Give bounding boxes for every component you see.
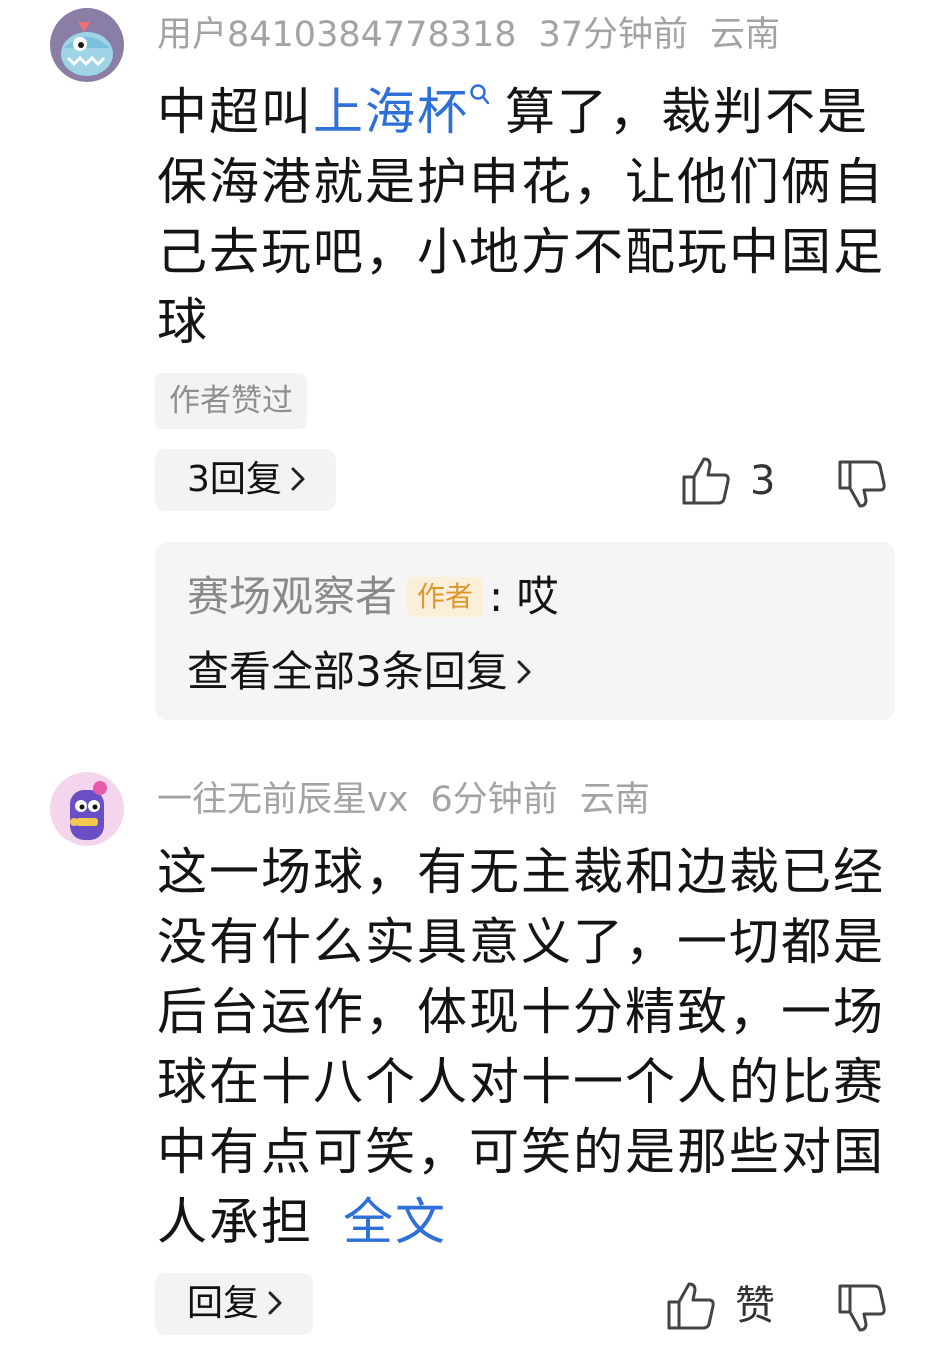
like-button[interactable]: 赞 — [665, 1280, 775, 1332]
reply-button[interactable]: 回复 — [155, 1273, 314, 1335]
chevron-right-icon — [268, 1291, 282, 1314]
like-count: 3 — [750, 458, 776, 504]
reply-label: 回复 — [187, 1283, 260, 1324]
author-liked-tag: 作者赞过 — [155, 373, 307, 429]
reply-count-button[interactable]: 3回复 — [155, 449, 336, 511]
user-avatar[interactable] — [50, 8, 124, 82]
search-icon[interactable] — [469, 83, 491, 107]
reply-preview-box[interactable]: 赛场观察者 作者: 哎 查看全部3条回复 — [155, 542, 895, 720]
comment-text[interactable]: 这一场球，有无主裁和边裁已经没有什么实具意义了，一切都是后台运作，体现十分精致，… — [157, 837, 887, 1257]
thumbs-down-icon — [838, 1284, 886, 1332]
comment-text[interactable]: 中超叫上海杯 算了，裁判不是保海港就是护申花，让他们俩自己去玩吧，小地方不配玩中国… — [157, 77, 887, 357]
like-label: 赞 — [735, 1283, 775, 1329]
shark-monster-avatar-icon — [50, 8, 124, 82]
reply-preview-line: 赛场观察者 作者: 哎 — [187, 572, 559, 622]
chevron-right-icon — [517, 660, 531, 684]
thumbs-up-icon — [682, 457, 730, 505]
comment-item: 一往无前辰星vx 6分钟前 云南 这一场球，有无主裁和边裁已经没有什么实具意义了，一… — [0, 730, 945, 1357]
like-button[interactable]: 3 — [680, 455, 775, 507]
username[interactable]: 一往无前辰星vx — [157, 780, 408, 820]
purple-creature-avatar-icon — [50, 772, 124, 846]
user-avatar[interactable] — [50, 772, 124, 846]
comment-meta: 一往无前辰星vx 6分钟前 云南 — [157, 780, 672, 820]
view-all-replies-link[interactable]: 查看全部3条回复 — [187, 647, 532, 697]
thumbs-up-icon — [667, 1282, 715, 1330]
location: 云南 — [579, 780, 650, 820]
author-badge: 作者 — [407, 576, 484, 617]
comment-item: 用户8410384778318 37分钟前 云南 中超叫上海杯 算了，裁判不是保海港就… — [0, 0, 945, 730]
thumbs-down-icon — [838, 460, 886, 508]
reply-text: : 哎 — [489, 572, 559, 621]
search-link[interactable]: 上海杯 — [313, 83, 469, 141]
comment-meta: 用户8410384778318 37分钟前 云南 — [157, 15, 802, 55]
timestamp: 37分钟前 — [538, 15, 689, 55]
reply-username[interactable]: 赛场观察者 — [187, 572, 397, 621]
timestamp: 6分钟前 — [430, 780, 558, 820]
full-text-link[interactable]: 全文 — [343, 1193, 447, 1251]
reply-count-label: 3回复 — [187, 459, 282, 500]
dislike-button[interactable] — [836, 1282, 888, 1338]
comment-text-content: 这一场球，有无主裁和边裁已经没有什么实具意义了，一切都是后台运作，体现十分精致，… — [157, 843, 885, 1251]
chevron-right-icon — [291, 467, 305, 490]
username[interactable]: 用户8410384778318 — [157, 15, 517, 55]
dislike-button[interactable] — [836, 458, 888, 514]
view-all-label: 查看全部3条回复 — [187, 647, 508, 696]
comment-text-start: 中超叫 — [157, 83, 313, 141]
location: 云南 — [710, 15, 781, 55]
